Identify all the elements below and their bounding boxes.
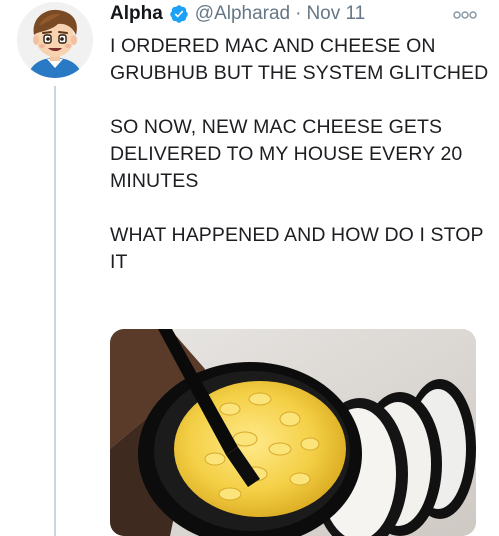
tweet-date[interactable]: Nov 11 xyxy=(306,3,365,25)
thread-connector-line xyxy=(54,86,56,536)
tweet-header: Alpha @Alpharad · Nov 11 xyxy=(110,2,365,26)
more-options-icon[interactable] xyxy=(452,8,478,22)
avatar[interactable] xyxy=(17,2,93,78)
tweet: Alpha @Alpharad · Nov 11 I ORDERED MAC A… xyxy=(0,0,499,536)
author-handle[interactable]: @Alpharad xyxy=(195,3,290,25)
tweet-paragraph: I ORDERED MAC AND CHEESE ON GRUBHUB BUT … xyxy=(110,35,489,84)
mac-and-cheese-containers-image xyxy=(110,329,476,536)
tweet-text: I ORDERED MAC AND CHEESE ON GRUBHUB BUT … xyxy=(110,33,490,303)
author-name[interactable]: Alpha xyxy=(110,3,163,25)
avatar-illustration xyxy=(17,2,93,78)
tweet-paragraph: SO NOW, NEW MAC CHEESE GETS DELIVERED TO… xyxy=(110,116,463,192)
tweet-photo[interactable] xyxy=(110,329,476,536)
tweet-paragraph: WHAT HAPPENED AND HOW DO I STOP IT xyxy=(110,224,484,273)
header-separator: · xyxy=(295,3,302,24)
verified-badge-icon xyxy=(169,4,189,24)
